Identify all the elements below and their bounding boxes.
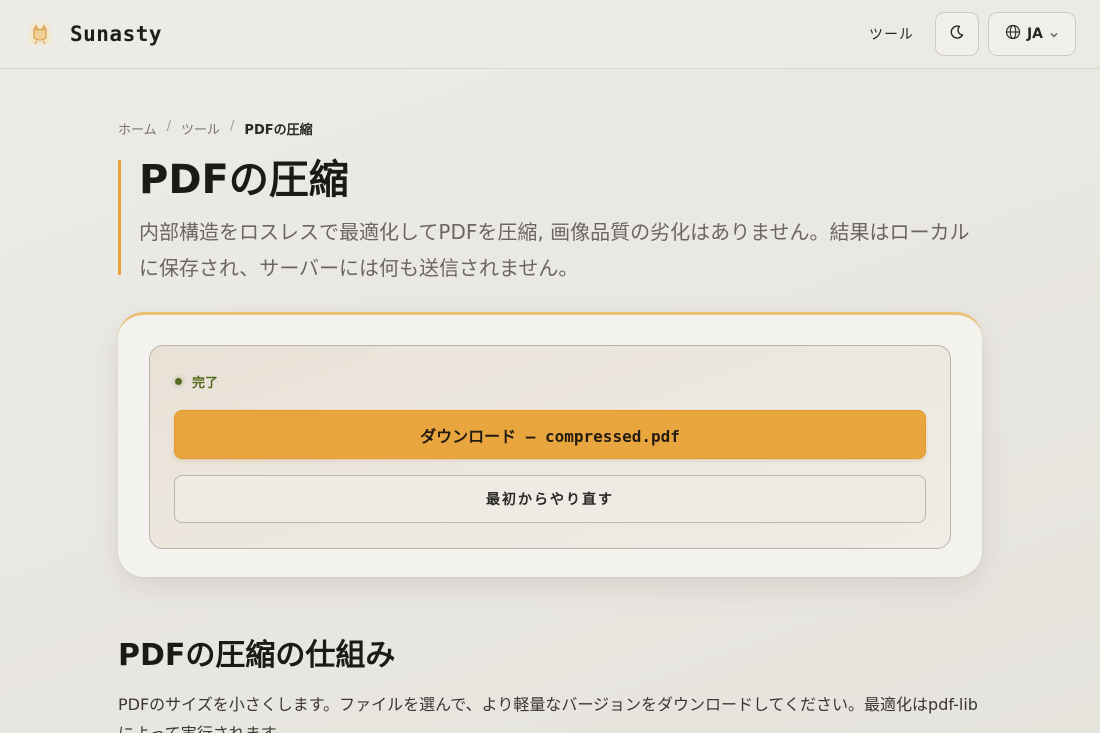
top-header: Sunasty ツール JA [0,0,1100,69]
breadcrumb-tools[interactable]: ツール [181,119,220,138]
result-panel: 完了 ダウンロード — compressed.pdf 最初からやり直す [149,345,951,549]
tool-card: 完了 ダウンロード — compressed.pdf 最初からやり直す [118,312,982,577]
status-indicator: 完了 [172,372,218,391]
language-select-button[interactable]: JA [988,12,1076,56]
how-it-works-title: PDFの圧縮の仕組み [118,638,396,673]
header-actions: ツール JA [869,12,1076,56]
breadcrumb-current: PDFの圧縮 [244,123,313,138]
language-label: JA [1026,26,1044,42]
status-text: 完了 [192,376,219,391]
breadcrumb-separator: / [230,119,235,134]
breadcrumb: ホーム / ツール / PDFの圧縮 [118,119,313,138]
globe-icon [1005,24,1021,44]
brand[interactable]: Sunasty [26,20,162,48]
download-button[interactable]: ダウンロード — compressed.pdf [174,410,926,459]
brand-name: Sunasty [70,22,163,46]
moon-icon [949,24,965,44]
how-it-works-body: PDFのサイズを小さくします。ファイルを選んで、より軽量なバージョンをダウンロー… [118,695,978,733]
cat-logo-icon [26,20,54,48]
page-title: PDFの圧縮 [139,157,349,203]
restart-button[interactable]: 最初からやり直す [174,475,926,523]
status-dot-icon [172,375,185,388]
page-hero: PDFの圧縮 内部構造をロスレスで最適化してPDFを圧縮, 画像品質の劣化はあり… [118,157,978,280]
nav-tools-link[interactable]: ツール [869,24,914,44]
page-description: 内部構造をロスレスで最適化してPDFを圧縮, 画像品質の劣化はありません。結果は… [139,220,970,280]
breadcrumb-home[interactable]: ホーム [118,119,157,138]
chevron-down-icon [1049,25,1059,44]
breadcrumb-separator: / [166,119,172,134]
theme-toggle-button[interactable] [935,12,979,56]
